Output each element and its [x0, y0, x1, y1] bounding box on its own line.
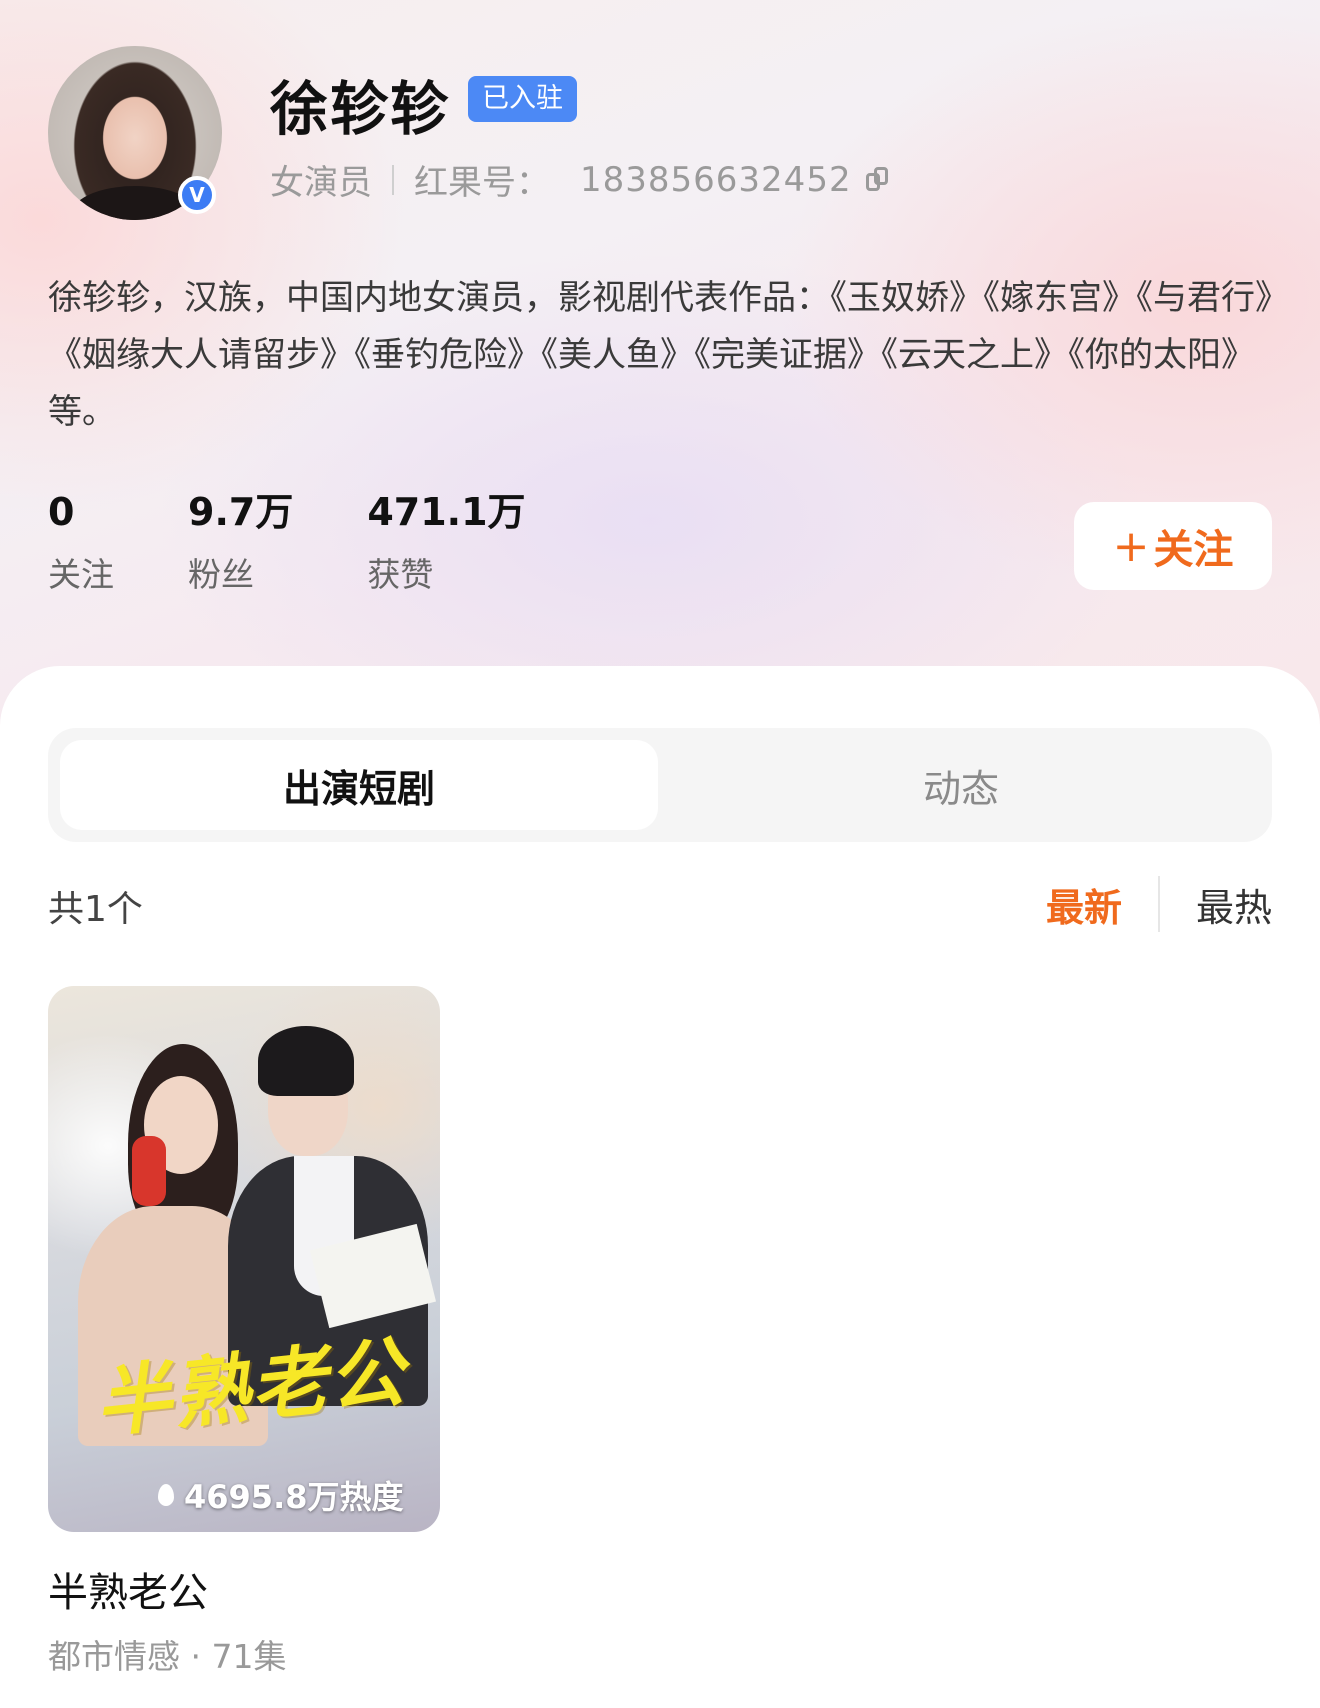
profile-name: 徐轸轸: [270, 75, 451, 143]
verified-tag: 已入驻: [468, 76, 577, 122]
stat-fans-label: 粉丝: [188, 555, 254, 594]
meta-divider: [392, 164, 394, 195]
stat-following-label: 关注: [48, 555, 114, 594]
tab-activity[interactable]: 动态: [662, 740, 1260, 830]
verified-v-icon: V: [178, 176, 216, 214]
profile-bio: 徐轸轸，汉族，中国内地女演员，影视剧代表作品：《玉奴娇》《嫁东宫》《与君行》《姻…: [48, 278, 1272, 432]
stat-likes-label: 获赞: [367, 555, 434, 594]
stat-fans-value: 9.7万: [188, 490, 294, 534]
heat-value: 4695.8万热度: [184, 1478, 404, 1516]
sort-divider: [1157, 876, 1160, 932]
heat-indicator: 4695.8万热度: [158, 1472, 404, 1518]
copy-icon[interactable]: [865, 166, 890, 193]
stat-following-value: 0: [48, 490, 75, 534]
poster-phone: [132, 1136, 166, 1206]
drama-card-poster[interactable]: 半熟老公 4695.8万热度: [48, 986, 440, 1532]
sort-hottest[interactable]: 最热: [1196, 877, 1272, 932]
stat-fans[interactable]: 9.7万 粉丝: [188, 490, 293, 596]
profile-role: 女演员: [270, 163, 372, 203]
follow-button-label: 关注: [1153, 527, 1234, 573]
profile-id-label: 红果号：: [414, 163, 550, 203]
sort-options: 最新 最热: [1046, 876, 1272, 932]
stat-likes-value: 471.1万: [367, 490, 526, 534]
plus-icon: +: [1112, 520, 1150, 572]
tab-dramas[interactable]: 出演短剧: [60, 740, 658, 830]
profile-id-value: 183856632452: [580, 159, 852, 200]
tab-bar: 出演短剧 动态: [48, 728, 1272, 842]
profile-stats: 0 关注 9.7万 粉丝 471.1万 获赞: [48, 490, 600, 596]
drama-title[interactable]: 半熟老公: [48, 1560, 208, 1618]
stat-likes[interactable]: 471.1万 获赞: [367, 490, 525, 596]
flame-icon: [158, 1484, 174, 1506]
drama-subtitle: 都市情感 · 71集: [48, 1637, 287, 1676]
stat-following[interactable]: 0 关注: [48, 490, 114, 596]
item-count: 共1个: [48, 889, 143, 930]
profile-meta: 女演员 红果号： 183856632452: [270, 155, 890, 204]
poster-man-hair: [258, 1026, 354, 1096]
follow-button[interactable]: + 关注: [1074, 502, 1272, 590]
sort-latest[interactable]: 最新: [1046, 877, 1122, 932]
